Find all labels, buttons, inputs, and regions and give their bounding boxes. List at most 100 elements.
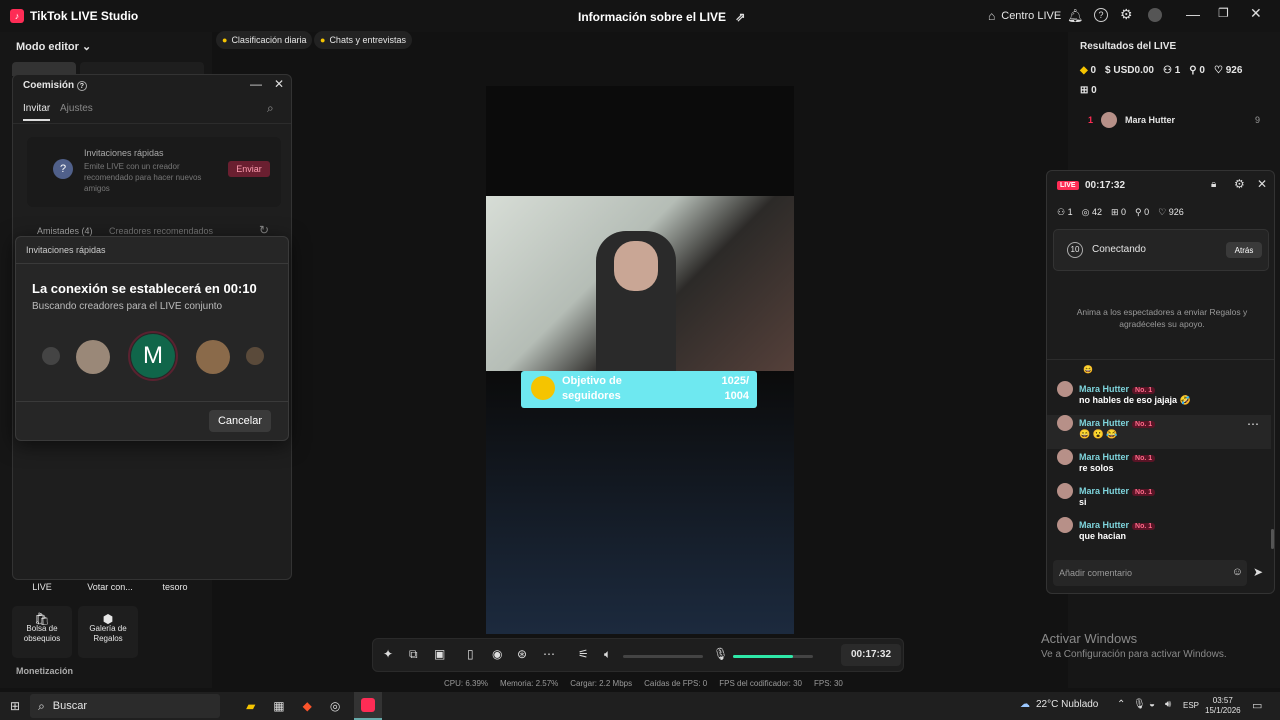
tiktok-logo-icon: ♪ xyxy=(10,9,24,23)
search-icon[interactable]: ⌕ xyxy=(267,101,274,116)
close-icon[interactable]: ✕ xyxy=(274,77,284,91)
live-info-title[interactable]: Información sobre el LIVE ⇗ xyxy=(578,10,745,24)
more-options-icon[interactable]: ⋯ xyxy=(1247,417,1259,431)
cloud-icon: ☁ xyxy=(1020,699,1030,710)
back-button[interactable]: Atrás xyxy=(1226,242,1262,258)
creator-initial: M xyxy=(131,334,175,378)
comment-input[interactable]: Añadir comentario ☺ xyxy=(1053,560,1247,586)
file-explorer-icon[interactable]: ▰ xyxy=(246,699,255,713)
chat-message[interactable]: Mara Hutter No. 1 si xyxy=(1057,483,1271,517)
bell-icon[interactable]: 🔔︎ xyxy=(1067,8,1084,24)
creator-avatar xyxy=(246,347,264,365)
notifications-icon[interactable]: ▭ xyxy=(1252,699,1262,712)
camera-effects-icon[interactable]: ⊛ xyxy=(517,647,527,661)
speaker-volume-slider[interactable] xyxy=(623,655,703,658)
tab-recommended[interactable]: Creadores recomendados xyxy=(109,226,213,236)
chrome-icon[interactable]: ◎ xyxy=(330,699,340,713)
close-icon[interactable]: ✕ xyxy=(1257,177,1267,191)
centro-live-button[interactable]: ⌂ Centro LIVE xyxy=(988,9,1061,23)
speaker-icon[interactable]: 🔈︎ xyxy=(604,647,611,662)
chat-username: Mara Hutter xyxy=(1079,486,1130,496)
settings-gear-icon[interactable]: ⚙ xyxy=(1120,6,1133,23)
tool-gift-bag[interactable]: 🛍︎ Bolsa de obsequios xyxy=(12,606,72,658)
tool-live[interactable]: LIVE xyxy=(12,582,72,592)
help-icon[interactable]: ? xyxy=(1094,8,1108,22)
fps-drop-stat: Caídas de FPS: 0 xyxy=(644,679,708,688)
search-box[interactable]: ⌕ Buscar xyxy=(30,694,221,718)
layout-icon[interactable]: ⧉ xyxy=(409,647,418,662)
cancel-button[interactable]: Cancelar xyxy=(209,410,271,432)
mode-selector[interactable]: Modo editor ⌄ xyxy=(16,40,91,53)
chat-message[interactable]: Mara Hutter No. 1 re solos xyxy=(1057,449,1271,483)
mic-volume-slider[interactable] xyxy=(733,655,813,658)
more-icon[interactable]: ⋯ xyxy=(543,647,555,661)
gift-prompt: Anima a los espectadores a enviar Regalo… xyxy=(1076,307,1248,329)
chip-label: Chats y entrevistas xyxy=(329,35,406,45)
mixer-icon[interactable]: ⚟ xyxy=(578,647,589,661)
close-icon[interactable]: ✕ xyxy=(1250,5,1262,22)
minimize-icon[interactable]: — xyxy=(1186,6,1200,22)
chat-username: Mara Hutter xyxy=(1079,418,1130,428)
settings-icon[interactable]: ⚙ xyxy=(1234,177,1245,191)
microphone-tray-icon[interactable]: 🎙︎ xyxy=(1133,699,1146,710)
network-icon[interactable]: ◒ xyxy=(1149,699,1155,710)
microphone-icon[interactable]: 🎙︎ xyxy=(713,647,728,661)
quick-invite-card: ? Invitaciones rápidas Emite LIVE con un… xyxy=(27,137,281,207)
selected-creator-avatar: M xyxy=(128,331,178,381)
tab-friends[interactable]: Amistades (4) xyxy=(37,226,93,236)
send-button[interactable]: Enviar xyxy=(228,161,270,177)
creator-avatar xyxy=(196,340,230,374)
activate-windows-title: Activar Windows xyxy=(1041,631,1138,646)
magic-wand-icon[interactable]: ✦ xyxy=(383,647,393,661)
volume-icon[interactable]: 🔊︎ xyxy=(1165,699,1171,710)
quick-invite-desc: Emite LIVE con un creador recomendado pa… xyxy=(84,162,202,193)
live-badge: LIVE xyxy=(1057,181,1079,190)
maximize-icon[interactable]: ❐ xyxy=(1218,6,1229,20)
tiktok-taskbar-icon[interactable] xyxy=(354,692,383,720)
portrait-icon[interactable]: ▯ xyxy=(467,647,474,661)
viewers-stat: ⚇ 1 xyxy=(1162,65,1181,76)
chat-message[interactable]: Mara Hutter No. 1 que hacian xyxy=(1057,517,1271,551)
minimize-icon[interactable]: — xyxy=(250,77,262,91)
refresh-icon[interactable]: ↻ xyxy=(259,223,269,237)
clock-time: 03:57 xyxy=(1212,696,1233,705)
tab-invitar[interactable]: Invitar xyxy=(23,103,51,121)
clock[interactable]: 03:57 15/1/2026 xyxy=(1205,696,1241,716)
language-indicator[interactable]: ESP xyxy=(1183,701,1199,710)
daily-ranking-chip[interactable]: ● Clasificación diaria xyxy=(216,31,313,49)
chip-label: Clasificación diaria xyxy=(231,35,307,45)
record-icon[interactable]: ◉ xyxy=(492,647,502,661)
weather-text: 22°C Nublado xyxy=(1036,699,1099,710)
follower-goal-widget: Objetivo de seguidores 1025/1004 xyxy=(521,371,757,408)
share-icon[interactable]: ⇗ xyxy=(735,10,745,24)
tab-ajustes[interactable]: Ajustes xyxy=(60,103,93,114)
chat-message[interactable]: Mara Hutter No. 1 no hables de eso jajaja … xyxy=(1057,381,1271,415)
chat-scrollbar[interactable] xyxy=(1271,529,1274,549)
tool-label: Regalos xyxy=(93,634,123,643)
user-avatar[interactable] xyxy=(1148,8,1162,22)
views-stat: ◎ 42 xyxy=(1081,207,1102,217)
tool-gift-gallery[interactable]: ⬢ Galería de Regalos xyxy=(78,606,138,658)
camera-feed xyxy=(486,196,794,371)
chats-chip[interactable]: ● Chats y entrevistas xyxy=(314,31,412,49)
viewers-stat: ⚇ 1 xyxy=(1057,207,1073,217)
emoji-icon[interactable]: ☺ xyxy=(1232,566,1243,578)
store-icon[interactable]: ▦ xyxy=(273,699,284,713)
lock-icon[interactable]: 🔒︎ xyxy=(1211,179,1216,190)
scene-icon[interactable]: ▣ xyxy=(434,647,445,661)
weather-widget[interactable]: ☁ 22°C Nublado xyxy=(1020,699,1098,710)
chat-username: Mara Hutter xyxy=(1079,452,1130,462)
search-placeholder: Buscar xyxy=(52,700,88,712)
tool-vote[interactable]: Votar con... xyxy=(78,582,142,592)
tool-treasure[interactable]: tesoro xyxy=(146,582,204,592)
chevron-up-icon[interactable]: ⌃ xyxy=(1117,699,1125,710)
home-icon: ⌂ xyxy=(988,9,996,23)
question-avatar-icon: ? xyxy=(53,159,73,179)
ranking-row[interactable]: 1 Mara Hutter 9 xyxy=(1088,112,1260,128)
windows-start-icon[interactable]: ⊞ xyxy=(10,699,20,713)
control-bar: ✦ ⧉ ▣ ▯ ◉ ⊛ ⋯ ⚟ 🔈︎ 🎙︎ 00:17:32 xyxy=(372,638,904,672)
dollar-icon: $ xyxy=(1105,65,1111,76)
send-icon[interactable]: ➤ xyxy=(1253,565,1263,579)
brave-icon[interactable]: ◆ xyxy=(303,699,312,713)
chat-message[interactable]: Mara Hutter No. 1 😄 😮 😂 ⋯ xyxy=(1047,415,1271,449)
